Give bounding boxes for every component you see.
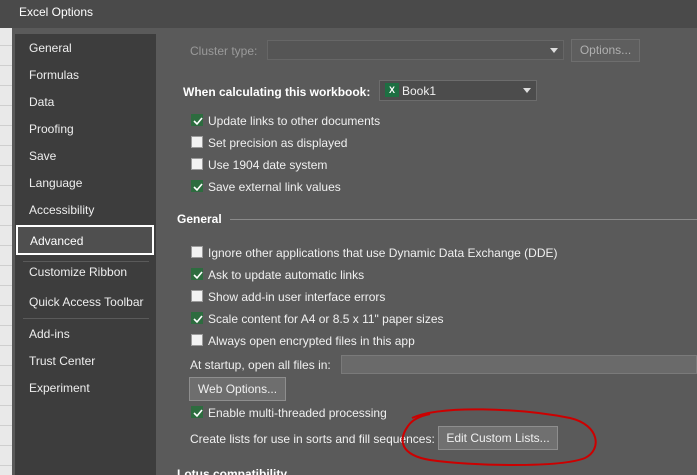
startup-folder-input[interactable] — [341, 355, 697, 374]
worksheet-gridline — [0, 105, 12, 106]
scale-content-label: Scale content for A4 or 8.5 x 11" paper … — [208, 312, 444, 326]
background-worksheet — [0, 28, 12, 475]
checkbox-set-precision[interactable] — [191, 136, 203, 148]
checkbox-save-external-links[interactable] — [191, 180, 203, 192]
ignore-dde-label: Ignore other applications that use Dynam… — [208, 246, 558, 260]
checkbox-open-encrypted[interactable] — [191, 334, 203, 346]
worksheet-gridline — [0, 445, 12, 446]
worksheet-gridline — [0, 205, 12, 206]
worksheet-gridline — [0, 245, 12, 246]
checkbox-update-links[interactable] — [191, 114, 203, 126]
excel-icon: X — [385, 83, 399, 97]
sidebar-item-accessibility[interactable]: Accessibility — [15, 197, 154, 224]
checkmark-icon — [193, 117, 203, 126]
worksheet-gridline — [0, 385, 12, 386]
cluster-options-button[interactable]: Options... — [571, 39, 640, 62]
save-external-links-label: Save external link values — [208, 180, 341, 194]
worksheet-gridline — [0, 165, 12, 166]
workbook-dropdown[interactable]: X Book1 — [379, 80, 537, 101]
worksheet-gridline — [0, 145, 12, 146]
options-sidebar: General Formulas Data Proofing Save Lang… — [15, 34, 156, 475]
checkbox-multithreaded[interactable] — [191, 406, 203, 418]
checkbox-scale-content[interactable] — [191, 312, 203, 324]
checkbox-1904-date[interactable] — [191, 158, 203, 170]
worksheet-gridline — [0, 405, 12, 406]
worksheet-gridline — [0, 65, 12, 66]
custom-lists-label: Create lists for use in sorts and fill s… — [190, 432, 435, 446]
chevron-down-icon — [523, 88, 531, 93]
sidebar-item-trust-center[interactable]: Trust Center — [15, 348, 154, 375]
date-1904-label: Use 1904 date system — [208, 158, 328, 172]
sidebar-item-language[interactable]: Language — [15, 170, 154, 197]
sidebar-item-proofing[interactable]: Proofing — [15, 116, 154, 143]
sidebar-item-data[interactable]: Data — [15, 89, 154, 116]
chevron-down-icon — [550, 48, 558, 53]
cluster-type-label: Cluster type: — [190, 44, 258, 58]
general-section-title: General — [177, 212, 222, 226]
checkmark-icon — [193, 409, 203, 418]
sidebar-separator — [23, 318, 149, 319]
sidebar-item-general[interactable]: General — [15, 35, 154, 62]
workbook-dropdown-value: Book1 — [402, 84, 437, 98]
sidebar-item-advanced[interactable]: Advanced — [16, 225, 154, 255]
update-links-label: Update links to other documents — [208, 114, 381, 128]
checkmark-icon — [193, 315, 203, 324]
cluster-type-dropdown[interactable] — [267, 40, 564, 60]
section-divider — [230, 219, 697, 220]
addin-ui-errors-label: Show add-in user interface errors — [208, 290, 386, 304]
excel-options-dialog: Excel Options General Formulas Data Proo… — [0, 0, 697, 475]
worksheet-gridline — [0, 465, 12, 466]
worksheet-gridline — [0, 305, 12, 306]
lotus-section-title: Lotus compatibility — [177, 467, 288, 475]
ask-update-links-label: Ask to update automatic links — [208, 268, 365, 282]
worksheet-gridline — [0, 425, 12, 426]
worksheet-gridline — [0, 345, 12, 346]
worksheet-gridline — [0, 325, 12, 326]
sidebar-item-customize-ribbon[interactable]: Customize Ribbon — [15, 259, 154, 286]
worksheet-gridline — [0, 125, 12, 126]
worksheet-gridline — [0, 285, 12, 286]
checkmark-icon — [193, 183, 203, 192]
title-bar: Excel Options — [0, 0, 697, 28]
multithreaded-label: Enable multi-threaded processing — [208, 406, 387, 420]
worksheet-gridline — [0, 265, 12, 266]
sidebar-item-quick-access-toolbar[interactable]: Quick Access Toolbar — [15, 289, 154, 316]
worksheet-gridline — [0, 45, 12, 46]
checkbox-addin-ui-errors[interactable] — [191, 290, 203, 302]
sidebar-item-save[interactable]: Save — [15, 143, 154, 170]
window-title: Excel Options — [19, 5, 94, 19]
sidebar-item-add-ins[interactable]: Add-ins — [15, 321, 154, 348]
set-precision-label: Set precision as displayed — [208, 136, 348, 150]
workbook-section-title: When calculating this workbook: — [183, 85, 371, 99]
open-encrypted-label: Always open encrypted files in this app — [208, 334, 415, 348]
edit-custom-lists-button[interactable]: Edit Custom Lists... — [438, 426, 558, 450]
checkbox-ignore-dde[interactable] — [191, 246, 203, 258]
sidebar-item-experiment[interactable]: Experiment — [15, 375, 154, 402]
worksheet-gridline — [0, 185, 12, 186]
web-options-button[interactable]: Web Options... — [189, 377, 286, 401]
worksheet-gridline — [0, 365, 12, 366]
startup-folder-label: At startup, open all files in: — [190, 358, 331, 372]
sidebar-item-formulas[interactable]: Formulas — [15, 62, 154, 89]
worksheet-gridline — [0, 225, 12, 226]
checkmark-icon — [193, 271, 203, 280]
worksheet-gridline — [0, 85, 12, 86]
checkbox-ask-update-links[interactable] — [191, 268, 203, 280]
advanced-options-panel: Cluster type: Options... When calculatin… — [157, 28, 697, 475]
